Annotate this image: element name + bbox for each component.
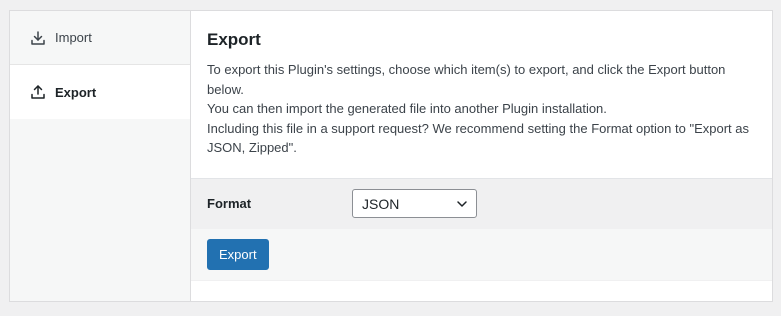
format-row: Format JSON	[191, 178, 772, 229]
sidebar-item-export[interactable]: Export	[10, 65, 190, 119]
sidebar-item-label: Export	[55, 84, 97, 100]
content-fill	[191, 280, 772, 301]
sidebar-fill	[10, 119, 190, 301]
description-line: Including this file in a support request…	[207, 120, 749, 156]
format-select[interactable]: JSON	[352, 189, 477, 218]
export-button[interactable]: Export	[207, 238, 269, 270]
description-line: You can then import the generated file i…	[207, 101, 607, 116]
intro-section: Export To export this Plugin's settings,…	[191, 11, 772, 179]
upload-icon	[30, 84, 46, 100]
download-icon	[30, 30, 46, 46]
chevron-down-icon	[456, 198, 468, 210]
main-content: Export To export this Plugin's settings,…	[191, 11, 772, 301]
sidebar: Import Export	[10, 11, 191, 301]
action-row: Export	[191, 228, 772, 281]
sidebar-item-label: Import	[55, 30, 92, 45]
page-title: Export	[207, 30, 261, 49]
format-select-value: JSON	[362, 195, 400, 212]
format-label: Format	[207, 196, 252, 211]
export-panel: Import Export Export To export this Plug…	[9, 10, 773, 302]
sidebar-item-import[interactable]: Import	[10, 11, 190, 65]
description-line: To export this Plugin's settings, choose…	[207, 62, 726, 97]
